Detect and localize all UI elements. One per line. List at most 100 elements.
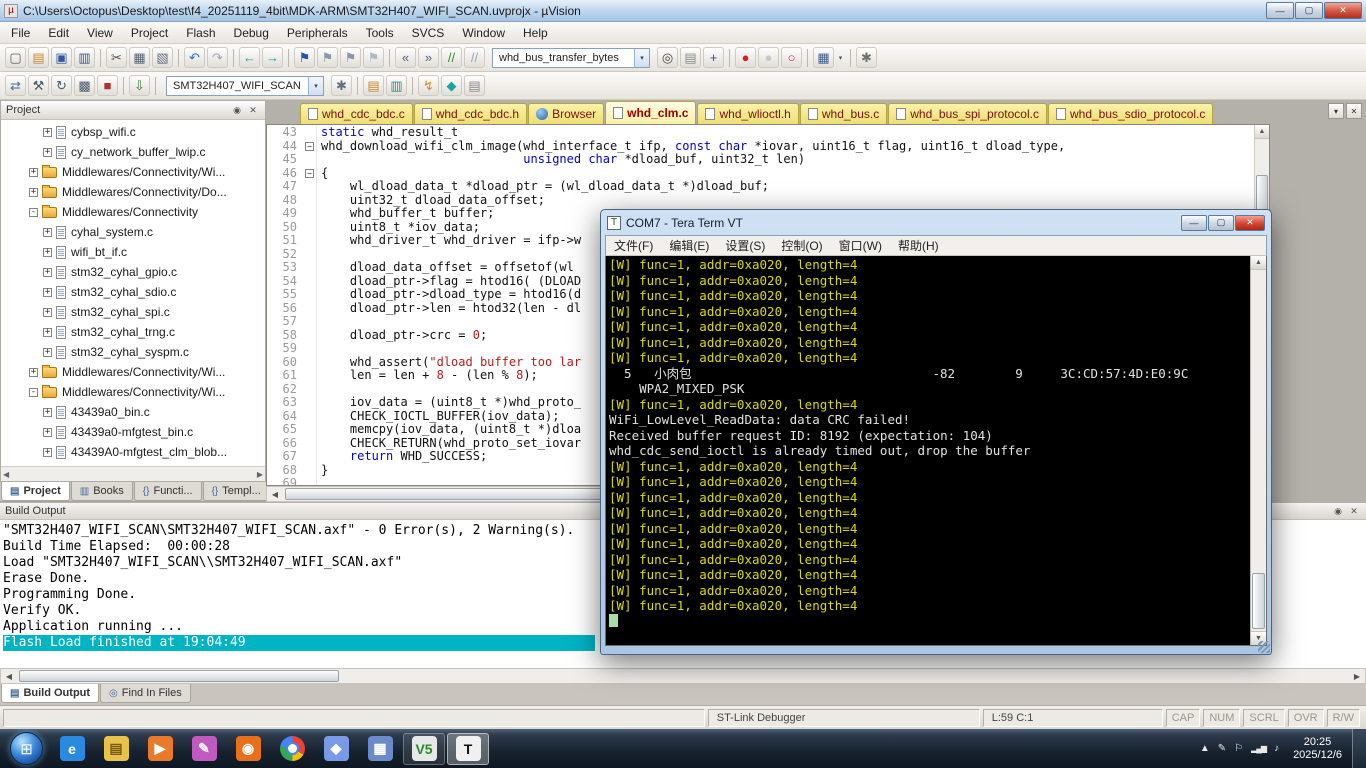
tab-project[interactable]: ▤ Project: [1, 482, 70, 501]
volume-icon[interactable]: ♪: [1274, 743, 1279, 754]
tree-expander-icon[interactable]: +: [43, 267, 52, 277]
tree-expander-icon[interactable]: +: [43, 147, 52, 157]
resize-grip[interactable]: [1258, 641, 1270, 653]
paint[interactable]: ✎: [183, 733, 225, 765]
tree-item[interactable]: + Middlewares/Connectivity/Wi...: [1, 362, 265, 382]
editor-tab-whd_cdc_bdc-c[interactable]: whd_cdc_bdc.c: [300, 103, 413, 124]
scrollbar-thumb[interactable]: [285, 488, 605, 500]
redo-icon[interactable]: ↷: [207, 47, 228, 68]
tab-books[interactable]: ▥ Books: [70, 482, 133, 501]
keil-uvision[interactable]: V5: [403, 732, 445, 765]
menu-peripherals[interactable]: Peripherals: [278, 23, 357, 43]
editor-tab-whd_bus_sdio_protocol-c[interactable]: whd_bus_sdio_protocol.c: [1047, 103, 1214, 124]
editor-tab-whd_bus_spi_protocol-c[interactable]: whd_bus_spi_protocol.c: [888, 103, 1047, 124]
show-desktop-button[interactable]: [1352, 729, 1366, 768]
uncomment-icon[interactable]: //: [464, 47, 485, 68]
title-bar[interactable]: µ C:\Users\Octopus\Desktop\test\f4_20251…: [0, 0, 1366, 22]
tree-expander-icon[interactable]: +: [29, 167, 38, 177]
navigate-forward-icon[interactable]: →: [262, 47, 283, 68]
taskbar-clock[interactable]: 20:25 2025/12/6: [1283, 736, 1352, 762]
tab-templ-[interactable]: {} Templ...: [202, 482, 270, 501]
dropdown-arrow-icon[interactable]: ▾: [835, 47, 846, 68]
translate-icon[interactable]: ⇄: [5, 75, 26, 96]
open-file-icon[interactable]: ▤: [28, 47, 49, 68]
scroll-up-icon[interactable]: ▲: [1255, 125, 1269, 139]
bookmark-next-icon[interactable]: ⚑: [340, 47, 361, 68]
tree-item[interactable]: + stm32_cyhal_trng.c: [1, 322, 265, 342]
scroll-left-icon[interactable]: ◀: [267, 490, 283, 499]
tab-functi-[interactable]: {} Functi...: [133, 482, 202, 501]
tree-expander-icon[interactable]: +: [43, 347, 52, 357]
tree-item[interactable]: + cybsp_wifi.c: [1, 122, 265, 142]
editor-tab-whd_bus-c[interactable]: whd_bus.c: [799, 103, 888, 124]
internet-explorer[interactable]: e: [51, 733, 93, 765]
teraterm-menu-item[interactable]: 窗口(W): [831, 235, 890, 256]
tab-list-dropdown-icon[interactable]: ▾: [1328, 103, 1344, 119]
teraterm-window[interactable]: T COM7 - Tera Term VT — ▢ ✕ 文件(F) 编辑(E) 设置…: [600, 209, 1272, 655]
scroll-right-icon[interactable]: ▶: [1349, 672, 1365, 681]
teraterm-menu-item[interactable]: 文件(F): [606, 235, 661, 256]
output-hscrollbar[interactable]: ◀ ▶: [0, 668, 1366, 684]
tree-expander-icon[interactable]: -: [29, 207, 38, 217]
tree-item[interactable]: + stm32_cyhal_gpio.c: [1, 262, 265, 282]
indent-icon[interactable]: »: [418, 47, 439, 68]
find-in-files-icon[interactable]: ◎: [657, 47, 678, 68]
tree-item[interactable]: + stm32_cyhal_sdio.c: [1, 282, 265, 302]
tray-expand-icon[interactable]: ▲: [1200, 743, 1210, 754]
teraterm-menu-item[interactable]: 控制(O): [773, 235, 830, 256]
scrollbar-thumb[interactable]: [1252, 573, 1265, 629]
undo-icon[interactable]: ↶: [184, 47, 205, 68]
bookmark-toggle-icon[interactable]: ⚑: [294, 47, 315, 68]
project-tree-hscrollbar[interactable]: ◀ ▶: [1, 466, 265, 481]
tree-expander-icon[interactable]: +: [43, 287, 52, 297]
tree-expander-icon[interactable]: +: [43, 307, 52, 317]
menu-svcs[interactable]: SVCS: [403, 23, 454, 43]
configure-icon[interactable]: ✱: [856, 47, 877, 68]
tree-item[interactable]: + cy_network_buffer_lwip.c: [1, 142, 265, 162]
tree-item[interactable]: + cyhal_system.c: [1, 222, 265, 242]
flash-download-icon[interactable]: ↯: [418, 75, 439, 96]
restore-button[interactable]: ▢: [1295, 2, 1323, 19]
cut-icon[interactable]: ✂: [106, 47, 127, 68]
close-button[interactable]: ✕: [1324, 2, 1362, 19]
stop-build-icon[interactable]: ■: [97, 75, 118, 96]
save-icon[interactable]: ▣: [51, 47, 72, 68]
teraterm-menu-item[interactable]: 帮助(H): [890, 235, 947, 256]
copy-icon[interactable]: ▦: [129, 47, 150, 68]
minimize-button[interactable]: —: [1266, 2, 1294, 19]
rebuild-icon[interactable]: ↻: [51, 75, 72, 96]
batch-build-icon[interactable]: ▩: [74, 75, 95, 96]
download-icon[interactable]: ⇩: [129, 75, 150, 96]
panel-close-icon[interactable]: ✕: [246, 104, 260, 117]
teraterm-close-button[interactable]: ✕: [1235, 214, 1265, 231]
file-explorer[interactable]: ▤: [95, 733, 137, 765]
tree-item[interactable]: +43439a0-mfgtest_bin.c: [1, 422, 265, 442]
scroll-up-icon[interactable]: ▲: [1251, 256, 1266, 270]
tree-expander-icon[interactable]: +: [43, 227, 52, 237]
tree-item[interactable]: + Middlewares/Connectivity/Do...: [1, 182, 265, 202]
function-search-combobox[interactable]: whd_bus_transfer_bytes ▾: [492, 47, 650, 68]
pin-icon[interactable]: ◉: [1331, 505, 1345, 518]
browse-book-icon[interactable]: ▤: [680, 47, 701, 68]
fold-toggle-icon[interactable]: −: [303, 139, 317, 153]
tera-term[interactable]: T: [447, 732, 489, 765]
new-file-icon[interactable]: ▢: [5, 47, 26, 68]
teraterm-menu-item[interactable]: 设置(S): [717, 235, 773, 256]
tab-close-icon[interactable]: ✕: [1346, 103, 1362, 119]
save-all-icon[interactable]: ▥: [74, 47, 95, 68]
menu-file[interactable]: File: [2, 23, 39, 43]
tree-expander-icon[interactable]: +: [43, 247, 52, 257]
zoom-in-icon[interactable]: +: [703, 47, 724, 68]
toggle-breakpoint-icon[interactable]: ●: [735, 47, 756, 68]
menu-help[interactable]: Help: [514, 23, 557, 43]
tree-item[interactable]: +43439A0-mfgtest_clm_blob...: [1, 442, 265, 462]
firefox[interactable]: ◉: [227, 733, 269, 765]
scroll-right-icon[interactable]: ▶: [257, 470, 263, 479]
tree-item[interactable]: + stm32_cyhal_syspm.c: [1, 342, 265, 362]
bookmark-clear-icon[interactable]: ⚑: [363, 47, 384, 68]
manage-runtime-icon[interactable]: ▥: [386, 75, 407, 96]
tree-item[interactable]: + wifi_bt_if.c: [1, 242, 265, 262]
scroll-left-icon[interactable]: ◀: [1, 672, 17, 681]
scroll-left-icon[interactable]: ◀: [3, 470, 9, 479]
tree-item[interactable]: + Middlewares/Connectivity/Wi...: [1, 162, 265, 182]
